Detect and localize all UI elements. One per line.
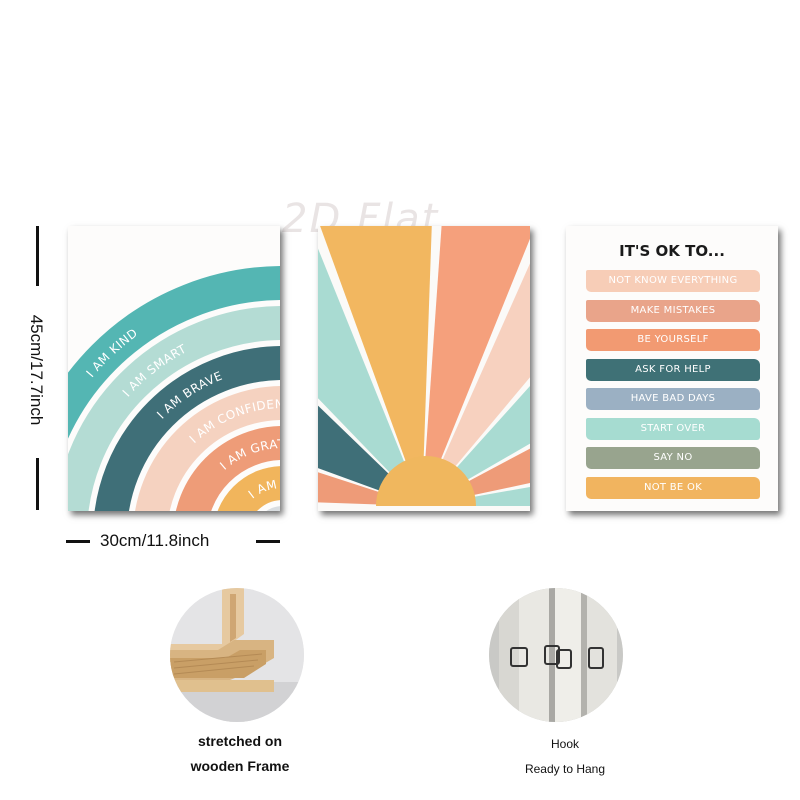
its-ok-item-label: MAKE MISTAKES: [630, 304, 716, 316]
its-ok-item: MAKE MISTAKES: [586, 299, 760, 322]
hook-caption-line1: Hook: [550, 737, 579, 751]
height-dimension-line-top: [36, 226, 39, 286]
its-ok-item-label: START OVER: [640, 422, 706, 434]
height-dimension-line-bottom: [36, 458, 39, 510]
hook-caption-line2: Ready to Hang: [524, 762, 606, 776]
height-dimension-label: 45cm/17.7inch: [27, 314, 46, 426]
its-ok-item-label: BE YOURSELF: [637, 334, 709, 345]
its-ok-item: NOT KNOW EVERYTHING: [586, 270, 760, 292]
its-ok-item-label: HAVE BAD DAYS: [630, 393, 716, 404]
its-ok-item-label: NOT BE OK: [643, 481, 703, 493]
hook-photo: [489, 588, 623, 722]
its-ok-item: BE YOURSELF: [586, 329, 760, 351]
its-ok-title: IT'S OK TO...: [619, 242, 725, 260]
canvas-its-ok-to: IT'S OK TO... NOT KNOW EVERYTHING MAKE MI…: [566, 226, 778, 511]
width-dimension-line-right: [256, 540, 280, 543]
its-ok-item: HAVE BAD DAYS: [586, 388, 760, 410]
width-dimension-label: 30cm/11.8inch: [100, 531, 210, 550]
width-dimension-line-left: [66, 540, 90, 543]
canvas-sunburst: [318, 226, 530, 511]
wooden-frame-photo: [170, 588, 304, 722]
frame-caption-line1: stretched on: [197, 733, 282, 749]
its-ok-item-label: NOT KNOW EVERYTHING: [608, 275, 738, 286]
its-ok-item-label: SAY NO: [653, 452, 693, 463]
its-ok-item: NOT BE OK: [586, 476, 760, 499]
hook-icon: [489, 588, 623, 722]
its-ok-item: START OVER: [586, 417, 760, 440]
canvas-affirmations-rainbow: I AM KIND I AM SMART I AM BRAVE I AM CONFID…: [68, 226, 280, 511]
frame-caption-line2: wooden Frame: [190, 758, 290, 774]
sunburst-artwork: [318, 226, 530, 511]
its-ok-item: SAY NO: [586, 447, 760, 469]
wooden-frame-icon: [170, 588, 304, 722]
its-ok-item-label: ASK FOR HELP: [635, 363, 711, 375]
its-ok-item: ASK FOR HELP: [586, 358, 760, 381]
rainbow-artwork: I AM KINDI AM SMARTI AM BRAVEI AM CONFID…: [68, 226, 280, 511]
